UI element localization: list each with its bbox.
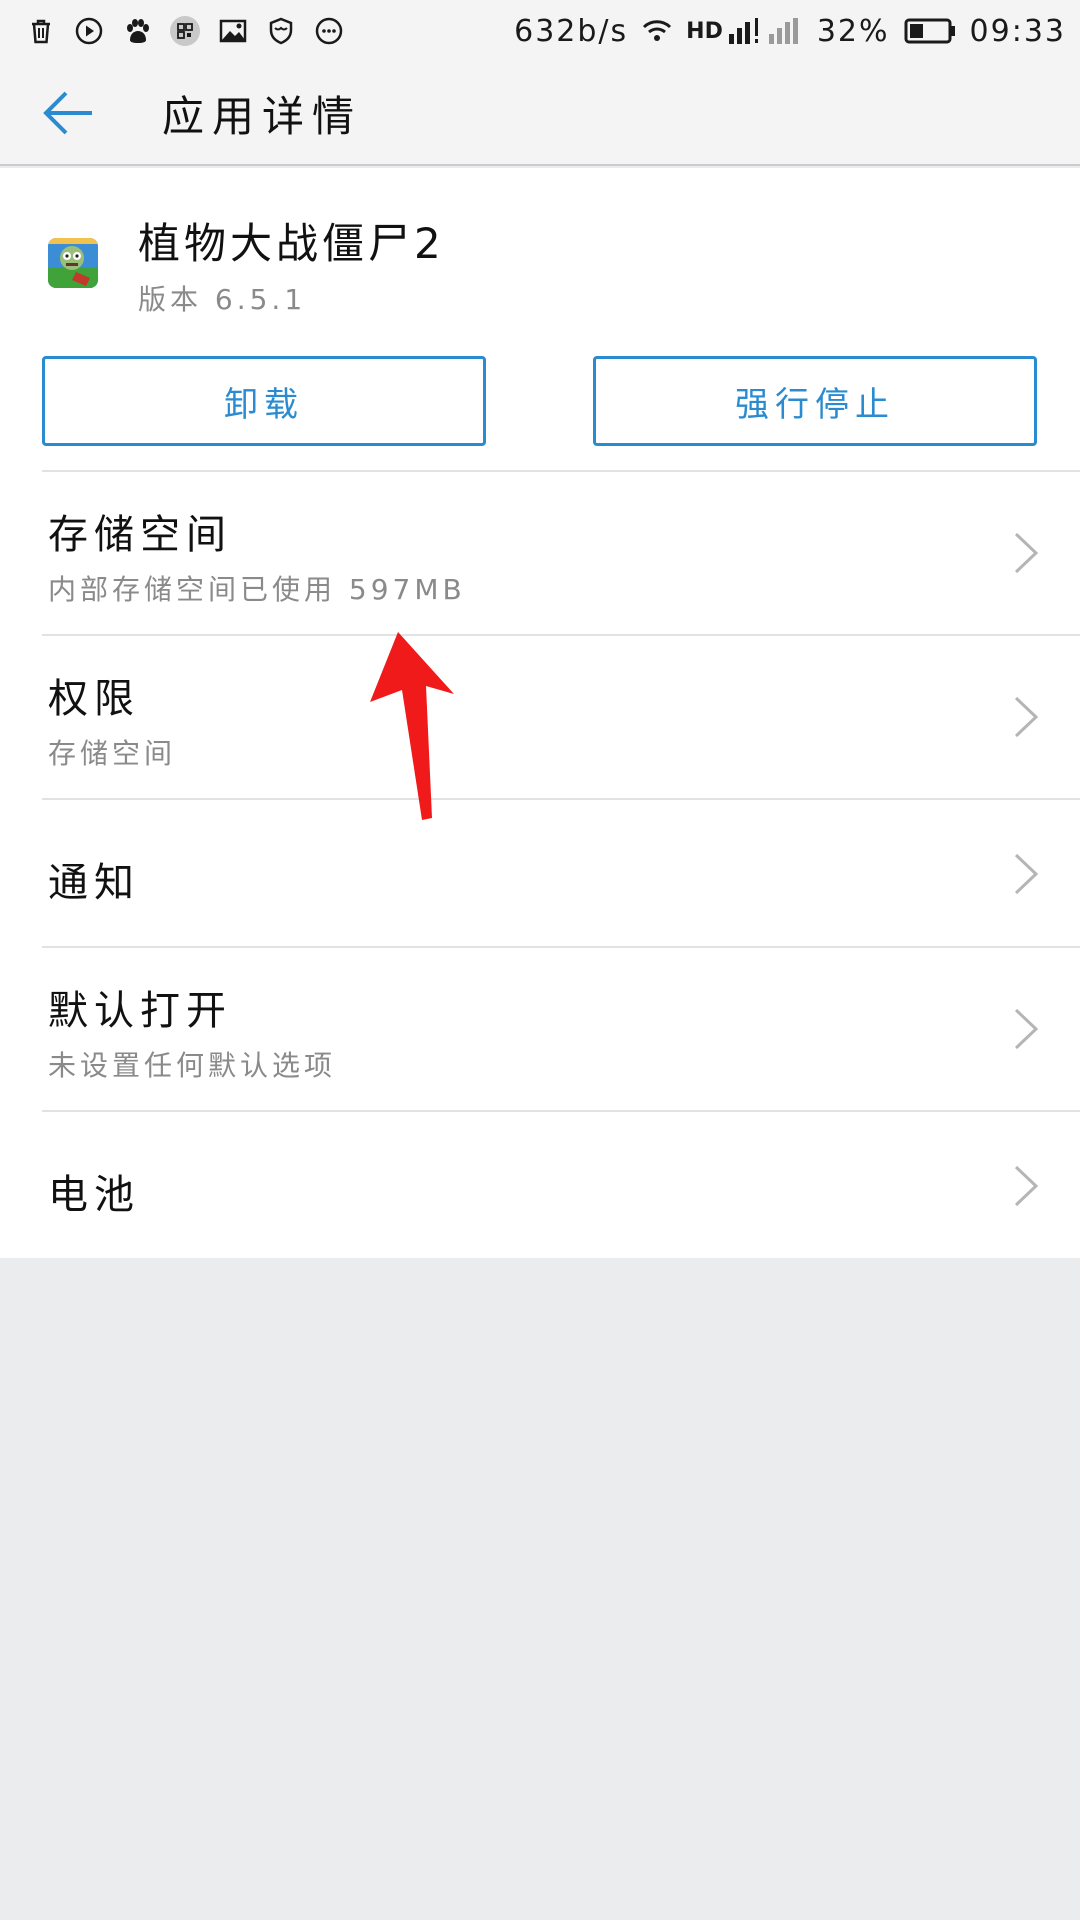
chevron-right-icon [1012,694,1042,740]
network-label: HD [686,18,723,44]
row-subtitle: 未设置任何默认选项 [48,1049,337,1082]
page-title: 应用详情 [162,91,363,141]
force-stop-button[interactable]: 强行停止 [593,356,1037,446]
paw-icon [122,16,152,46]
app-details-panel: 植物大战僵尸2 版本 6.5.1 卸载 强行停止 存储空间 内部存储空间已使用 … [0,168,1080,1258]
battery-percent: 32% [816,13,890,49]
row-title: 存储空间 [48,512,232,558]
signal-icon [728,18,758,44]
app-version: 版本 6.5.1 [138,283,307,316]
settings-row-battery[interactable]: 电池 [42,1110,1080,1258]
wifi-icon [642,16,672,46]
net-speed: 632b/s [514,13,629,49]
chevron-right-icon [1012,1006,1042,1052]
row-title: 电池 [48,1172,140,1218]
settings-row-notifications[interactable]: 通知 [42,798,1080,946]
signal-weak-icon [768,18,798,44]
uninstall-button[interactable]: 卸载 [42,356,486,446]
back-button[interactable] [0,61,150,165]
row-subtitle: 存储空间 [48,737,177,770]
play-icon [74,16,104,46]
row-title: 通知 [48,860,140,906]
more-icon [314,16,344,46]
app-name: 植物大战僵尸2 [138,219,445,268]
chevron-right-icon [1012,530,1042,576]
arrow-left-icon [43,91,92,135]
app-icon [48,238,98,288]
notification-icons [26,16,344,46]
qr-icon [170,16,200,46]
clock: 09:33 [969,13,1066,49]
battery-icon [904,17,956,45]
annotation-arrow [360,630,470,830]
row-title: 默认打开 [48,988,232,1034]
shield-icon [266,16,296,46]
app-info: 植物大战僵尸2 版本 6.5.1 [0,168,1080,338]
system-status: 632b/s HD 32% 09:33 [514,14,1066,49]
settings-row-permissions[interactable]: 权限 存储空间 [42,634,1080,798]
trash-icon [26,16,56,46]
settings-row-storage[interactable]: 存储空间 内部存储空间已使用 597MB [42,470,1080,634]
image-icon [218,16,248,46]
chevron-right-icon [1012,851,1042,897]
row-title: 权限 [48,676,140,722]
app-bar: 应用详情 [0,62,1080,166]
status-bar: 632b/s HD 32% 09:33 [0,0,1080,62]
cellular-signal: HD [686,16,803,46]
settings-row-open-by-default[interactable]: 默认打开 未设置任何默认选项 [42,946,1080,1110]
row-subtitle: 内部存储空间已使用 597MB [48,573,466,606]
chevron-right-icon [1012,1163,1042,1209]
